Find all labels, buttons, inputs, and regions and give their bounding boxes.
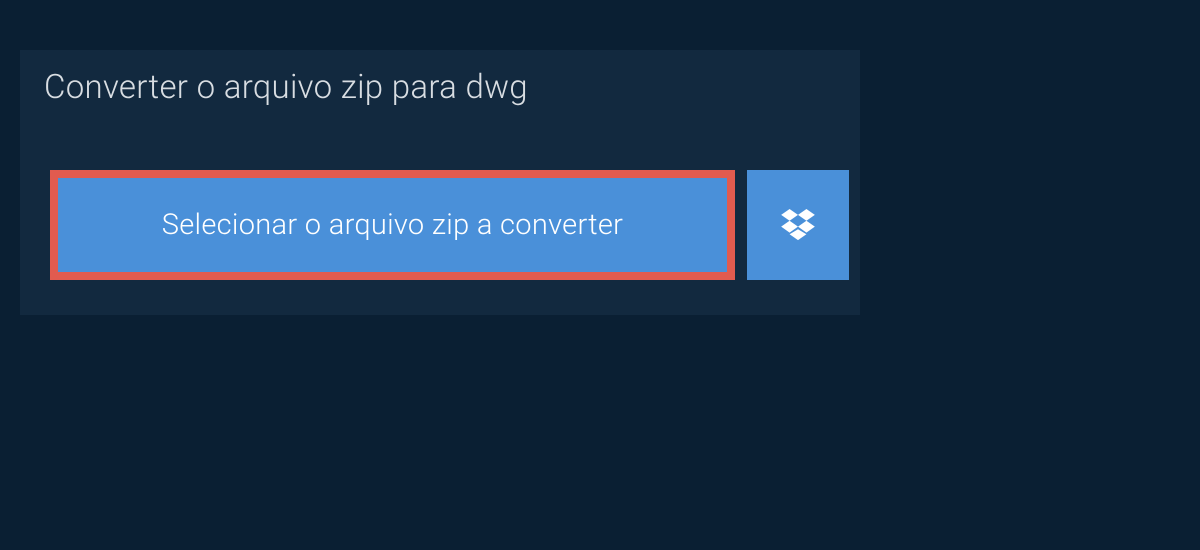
title-bar: Converter o arquivo zip para dwg [20,50,595,125]
select-file-button[interactable]: Selecionar o arquivo zip a converter [50,170,735,280]
button-row: Selecionar o arquivo zip a converter [20,170,860,280]
converter-panel: Converter o arquivo zip para dwg Selecio… [20,50,860,315]
page-title: Converter o arquivo zip para dwg [44,68,571,107]
select-file-label: Selecionar o arquivo zip a converter [162,208,624,242]
dropbox-button[interactable] [747,170,849,280]
dropbox-icon [781,209,815,241]
